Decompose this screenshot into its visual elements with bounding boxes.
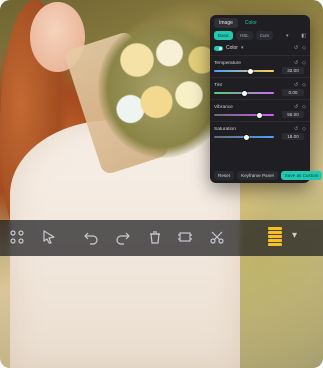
vibrance-row: Vibrance ↺ ◇ 55.00: [210, 100, 310, 122]
temperature-value[interactable]: 32.00: [282, 67, 304, 74]
subtab-more[interactable]: ▾: [286, 33, 289, 39]
audio-meter-icon[interactable]: [268, 227, 282, 249]
tint-slider[interactable]: [214, 90, 274, 96]
reset-icon[interactable]: ↺: [294, 126, 298, 132]
bottom-toolbar: ▾: [0, 220, 323, 256]
temperature-label: Temperature: [214, 60, 241, 66]
tab-color[interactable]: Color: [240, 18, 262, 28]
chevron-down-icon[interactable]: ▾: [292, 230, 297, 241]
vibrance-slider[interactable]: [214, 112, 274, 118]
panel-footer: Reset Keyframe Panel Save as Custom: [210, 171, 323, 180]
meter-bar: [268, 227, 282, 230]
panel-tabs: Image Color: [210, 15, 310, 28]
keyframe-panel-button[interactable]: Keyframe Panel: [237, 171, 278, 180]
delete-icon[interactable]: [146, 228, 164, 246]
keyframe-icon[interactable]: ◇: [302, 82, 306, 88]
screenshot-stage: Image Color Basic HSL Curv ▾ ◧ Color ▾ ↺…: [0, 0, 323, 368]
saturation-label: Saturation: [214, 126, 236, 132]
tint-value[interactable]: 0.00: [282, 89, 304, 96]
vibrance-thumb[interactable]: [256, 112, 262, 118]
vibrance-value[interactable]: 55.00: [282, 111, 304, 118]
meter-bar: [268, 239, 282, 242]
compare-icon[interactable]: ◧: [301, 33, 306, 39]
grid-icon[interactable]: [8, 228, 26, 246]
color-adjust-panel: Image Color Basic HSL Curv ▾ ◧ Color ▾ ↺…: [210, 15, 323, 183]
keyframe-icon[interactable]: ◇: [302, 45, 306, 51]
saturation-row: Saturation ↺ ◇ 18.00: [210, 122, 310, 144]
save-as-custom-button[interactable]: Save as Custom: [280, 171, 323, 180]
color-enable-row: Color ▾ ↺ ◇: [210, 43, 310, 56]
flower-bouquet: [98, 18, 228, 158]
temperature-slider[interactable]: [214, 68, 274, 74]
cut-icon[interactable]: [208, 228, 226, 246]
subtab-basic[interactable]: Basic: [214, 31, 234, 40]
redo-icon[interactable]: [114, 228, 132, 246]
meter-bar: [268, 235, 282, 238]
reset-icon[interactable]: ↺: [294, 104, 298, 110]
temperature-row: Temperature ↺ ◇ 32.00: [210, 56, 310, 78]
keyframe-icon[interactable]: ◇: [302, 104, 306, 110]
tint-thumb[interactable]: [241, 90, 247, 96]
subtab-hsl[interactable]: HSL: [236, 31, 253, 40]
tint-row: Tint ↺ ◇ 0.00: [210, 78, 310, 100]
subtab-curves[interactable]: Curv: [255, 31, 274, 40]
color-toggle[interactable]: [214, 45, 223, 51]
saturation-thumb[interactable]: [244, 134, 250, 140]
undo-icon[interactable]: [82, 228, 100, 246]
saturation-value[interactable]: 18.00: [282, 133, 304, 140]
vibrance-label: Vibrance: [214, 104, 233, 110]
keyframe-icon[interactable]: ◇: [302, 60, 306, 66]
saturation-slider[interactable]: [214, 134, 274, 140]
panel-subtabs: Basic HSL Curv ▾ ◧: [210, 28, 310, 43]
crop-icon[interactable]: [176, 228, 194, 246]
temperature-thumb[interactable]: [248, 68, 254, 74]
keyframe-icon[interactable]: ◇: [302, 126, 306, 132]
reset-button[interactable]: Reset: [214, 171, 235, 180]
cursor-icon[interactable]: [40, 228, 58, 246]
meter-bar: [268, 243, 282, 246]
reset-icon[interactable]: ↺: [294, 60, 298, 66]
tint-label: Tint: [214, 82, 222, 88]
reset-icon[interactable]: ↺: [294, 82, 298, 88]
reset-icon[interactable]: ↺: [294, 45, 298, 51]
color-label: Color: [226, 45, 238, 51]
color-dropdown-chevron-icon[interactable]: ▾: [241, 45, 244, 51]
tab-image[interactable]: Image: [214, 18, 238, 28]
meter-bar: [268, 231, 282, 234]
